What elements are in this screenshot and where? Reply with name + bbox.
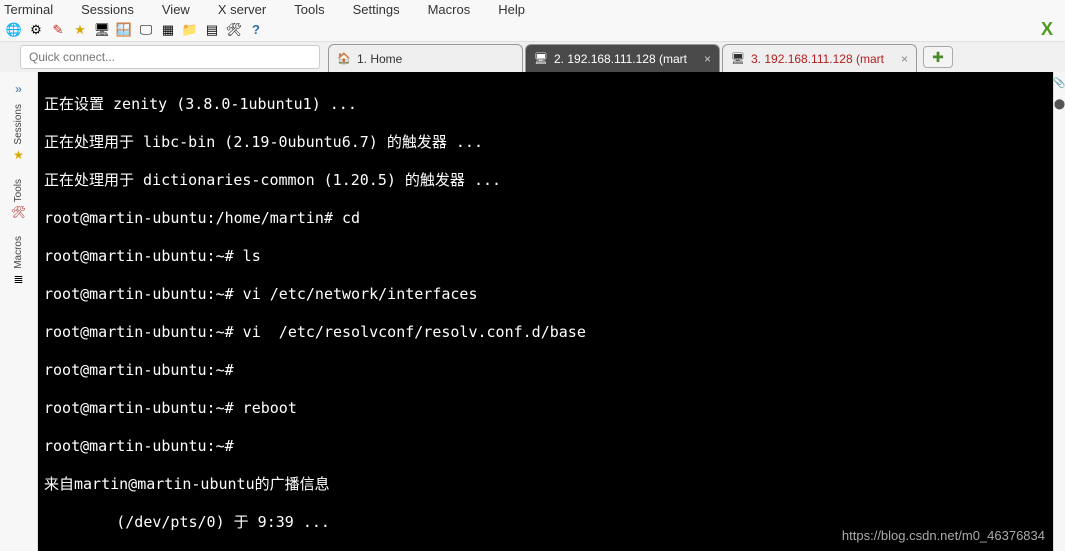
menu-tools[interactable]: Tools [294,2,324,17]
tab-ssh-1[interactable]: 🖥 2. 192.168.111.128 (mart × [525,44,720,72]
gear-play-icon[interactable]: ⚙ [28,22,44,38]
attach-icon[interactable]: 📎 [1053,78,1065,89]
menu-xserver[interactable]: X server [218,2,266,17]
terminal-output[interactable]: 正在设置 zenity (3.8.0-1ubuntu1) ... 正在处理用于 … [38,72,1053,551]
right-gutter: 📎 ⬤ [1053,72,1065,551]
sidebar-item-label: Tools [13,179,24,202]
terminal-line: 正在处理用于 dictionaries-common (1.20.5) 的触发器… [44,171,1047,190]
terminal-line: 来自martin@martin-ubuntu的广播信息 [44,475,1047,494]
terminal-line: root@martin-ubuntu:~# vi /etc/network/in… [44,285,1047,304]
pin-icon[interactable]: ⬤ [1054,99,1065,110]
terminal-line: root@martin-ubuntu:/home/martin# cd [44,209,1047,228]
pencil-red-icon[interactable]: ✎ [50,22,66,38]
menu-macros[interactable]: Macros [428,2,471,17]
sidebar-collapse-icon[interactable]: » [0,78,37,100]
help-icon[interactable]: ? [248,22,264,38]
sidebar: » Sessions ★ Tools 🛠 Macros ≣ [0,72,38,551]
terminal-line: 正在设置 zenity (3.8.0-1ubuntu1) ... [44,95,1047,114]
watermark-text: https://blog.csdn.net/m0_46376834 [842,526,1045,545]
star-icon: ★ [11,147,27,163]
quick-connect-input[interactable] [20,45,320,69]
tab-close-icon[interactable]: × [704,52,711,66]
sidebar-item-macros[interactable]: Macros ≣ [0,232,37,299]
window-frame-icon[interactable]: ▦ [160,22,176,38]
tab-home[interactable]: 🏠 1. Home [328,44,523,72]
sidebar-item-label: Sessions [13,104,24,145]
home-icon: 🏠 [337,52,351,66]
sidebar-item-label: Macros [13,236,24,269]
tools-icon: 🛠 [11,204,27,220]
menu-settings[interactable]: Settings [353,2,400,17]
tab-row: 🏠 1. Home 🖥 2. 192.168.111.128 (mart × 🖥… [0,42,1065,72]
terminal-line: root@martin-ubuntu:~# [44,437,1047,456]
terminal-line: root@martin-ubuntu:~# [44,361,1047,380]
new-tab-button[interactable]: ✚ [923,46,953,68]
toolbar: 🌐 ⚙ ✎ ★ 🖥 🪟 🖵 ▦ 📁 ▤ 🛠 ? X [0,18,1065,42]
tab-label: 3. 192.168.111.128 (mart [751,52,884,66]
terminal-line: root@martin-ubuntu:~# ls [44,247,1047,266]
main-area: » Sessions ★ Tools 🛠 Macros ≣ 正在设置 zenit… [0,72,1065,551]
globe-icon[interactable]: 🌐 [6,22,22,38]
terminal-line: root@martin-ubuntu:~# reboot [44,399,1047,418]
grid-icon[interactable]: ▤ [204,22,220,38]
sidebar-item-tools[interactable]: Tools 🛠 [0,175,37,232]
tab-label: 2. 192.168.111.128 (mart [554,52,687,66]
menu-view[interactable]: View [162,2,190,17]
menu-terminal[interactable]: Terminal [4,2,53,17]
tab-close-icon[interactable]: × [901,52,908,66]
terminal-icon: 🖥 [534,52,548,66]
menu-help[interactable]: Help [498,2,525,17]
windows-icon[interactable]: 🪟 [116,22,132,38]
menubar: Terminal Sessions View X server Tools Se… [0,0,1065,18]
monitor-icon[interactable]: 🖥 [94,22,110,38]
screen-blue-icon[interactable]: 🖵 [138,22,154,38]
close-icon[interactable]: X [1035,19,1059,40]
terminal-line: 正在处理用于 libc-bin (2.19-0ubuntu6.7) 的触发器 .… [44,133,1047,152]
wrench-icon[interactable]: 🛠 [226,22,242,38]
tab-label: 1. Home [357,52,402,66]
terminal-icon: 🖥 [731,52,745,66]
sidebar-item-sessions[interactable]: Sessions ★ [0,100,37,175]
star-icon[interactable]: ★ [72,22,88,38]
macros-icon: ≣ [11,271,27,287]
tab-ssh-2[interactable]: 🖥 3. 192.168.111.128 (mart × [722,44,917,72]
menu-sessions[interactable]: Sessions [81,2,134,17]
terminal-line: root@martin-ubuntu:~# vi /etc/resolvconf… [44,323,1047,342]
folder-icon[interactable]: 📁 [182,22,198,38]
